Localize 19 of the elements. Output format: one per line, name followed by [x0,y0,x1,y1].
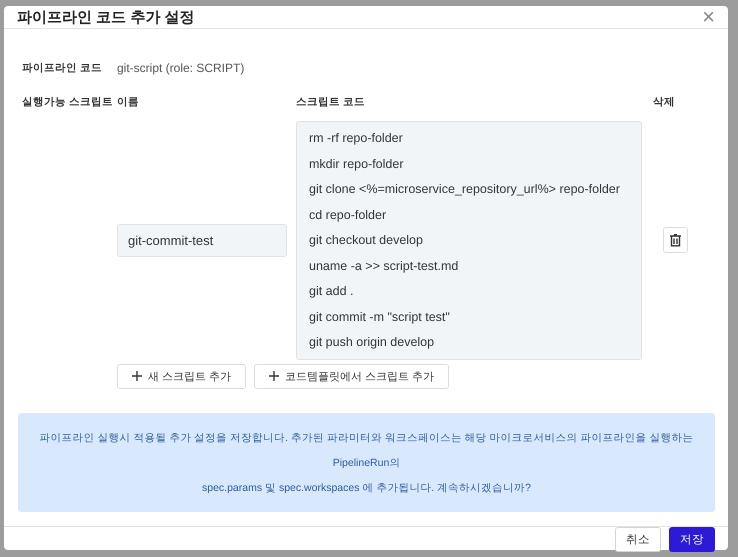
column-header: 이름 [117,95,140,109]
dialog-title: 파이프라인 코드 추가 설정 [17,8,195,26]
field-label: 실행가능 스크립트 [22,95,114,109]
delete-button[interactable] [663,227,688,254]
column-header: 스크립트 코드 [296,95,366,109]
cancel-button[interactable]: 취소 [615,526,661,552]
pipeline-code-value: git-script (role: SCRIPT) [117,61,244,75]
plus-icon [132,371,142,381]
add-script-button[interactable]: 코드템플릿에서 스크립트 추가 [254,364,450,388]
save-button[interactable]: 저장 [669,526,715,552]
column-header: 삭제 [653,95,676,109]
close-button[interactable]: × [699,6,718,28]
field-label: 파이프라인 코드 [22,61,103,75]
script-code-field[interactable]: rm -rf repo-folder mkdir repo-folder git clone <%=microservice_repository_url%> repo-folder cd repo-folder git checkout develop uname -a >> script-test.md git add . git commit -m "script test" git push origin develop [296,121,642,360]
add-script-button[interactable]: 새 스크립트 추가 [117,364,246,388]
trash-icon [670,234,681,247]
info-message: 파이프라인 실행시 적용될 추가 설정을 저장합니다. 추가된 파라미터와 워크스페이스는 해당 마이크로서비스의 파이프라인을 실행하는 PipelineRun의 spec.params 및 spec.workspaces 에 추가됩니다. 계속하시겠습니까? [18,412,715,512]
name-field[interactable]: git-commit-test [117,224,287,257]
plus-icon [269,371,280,381]
